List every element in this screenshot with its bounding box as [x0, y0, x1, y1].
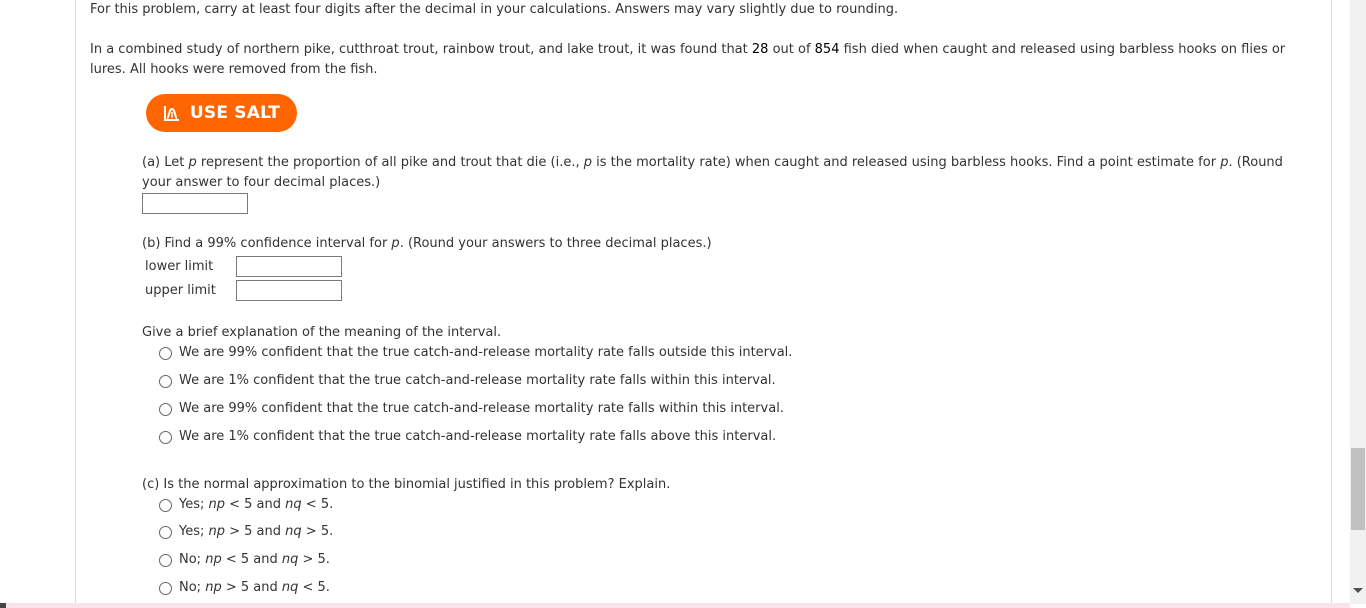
upper-limit-label: upper limit [145, 283, 216, 298]
option-rel: < 5 and [225, 497, 286, 512]
option-rel: < 5. [301, 497, 334, 512]
part-c-prompt: (c) Is the normal approximation to the b… [142, 477, 671, 492]
var-np: np [208, 524, 226, 539]
var-np: np [208, 497, 226, 512]
option-rel: > 5. [301, 524, 334, 539]
part-c-option-2[interactable]: Yes; np > 5 and nq > 5. [179, 522, 333, 542]
option-rel: > 5 and [225, 524, 286, 539]
part-c-radio-2[interactable] [159, 526, 172, 539]
explanation-radio-1[interactable] [159, 347, 172, 360]
explanation-radio-2[interactable] [159, 375, 172, 388]
part-a-line-2: your answer to four decimal places.) [142, 175, 381, 190]
total-count: 854 [814, 42, 840, 57]
problem-text-c: fish died when caught and released using… [839, 42, 1286, 57]
use-salt-label: USE SALT [189, 103, 281, 123]
option-lead: Yes; [179, 497, 209, 512]
explanation-radio-3[interactable] [159, 403, 172, 416]
option-rel: > 5 and [221, 580, 282, 595]
problem-text-a: In a combined study of northern pike, cu… [90, 42, 752, 57]
part-b-prompt: (b) Find a 99% confidence interval for p… [142, 234, 712, 254]
var-nq: nq [281, 580, 299, 595]
option-rel: > 5. [298, 552, 330, 567]
point-estimate-input[interactable] [142, 193, 248, 214]
var-np: np [205, 552, 222, 567]
part-b-text-2: . (Round your answers to three decimal p… [399, 236, 712, 251]
problem-line-2: lures. All hooks were removed from the f… [90, 62, 378, 77]
var-p: p [583, 155, 593, 170]
var-np: np [205, 580, 222, 595]
option-rel: < 5. [298, 580, 330, 595]
part-c-option-3[interactable]: No; np < 5 and nq > 5. [179, 550, 330, 570]
scroll-down-arrow-icon[interactable] [1353, 588, 1363, 593]
explanation-option-2[interactable]: We are 1% confident that the true catch-… [179, 371, 776, 391]
lower-limit-label: lower limit [145, 259, 214, 274]
explanation-prompt: Give a brief explanation of the meaning … [142, 325, 502, 340]
scrollbar-thumb[interactable] [1351, 448, 1365, 530]
explanation-option-1[interactable]: We are 99% confident that the true catch… [179, 343, 792, 363]
part-c-radio-3[interactable] [159, 554, 172, 567]
part-b-text-1: (b) Find a 99% confidence interval for [142, 236, 392, 251]
bottom-corner [0, 603, 6, 608]
part-a-text-1: (a) Let [142, 155, 189, 170]
var-nq: nq [281, 552, 299, 567]
part-a-text-4: . (Round [1228, 155, 1283, 170]
upper-limit-input[interactable] [236, 280, 342, 301]
option-lead: No; [179, 552, 206, 567]
option-lead: Yes; [179, 524, 209, 539]
explanation-option-3[interactable]: We are 99% confident that the true catch… [179, 399, 784, 419]
option-rel: < 5 and [221, 552, 282, 567]
var-p: p [391, 236, 400, 251]
part-a-text-3: is the mortality rate) when caught and r… [592, 155, 1221, 170]
problem-line-1: In a combined study of northern pike, cu… [90, 40, 1285, 60]
part-c-option-1[interactable]: Yes; np < 5 and nq < 5. [179, 495, 333, 515]
var-nq: nq [285, 497, 302, 512]
part-c-radio-1[interactable] [159, 499, 172, 512]
explanation-radio-4[interactable] [159, 431, 172, 444]
part-a-line-1: (a) Let p represent the proportion of al… [142, 153, 1283, 173]
lower-limit-input[interactable] [236, 256, 342, 277]
salt-chart-icon [163, 106, 179, 121]
intro-text: For this problem, carry at least four di… [90, 2, 899, 17]
option-lead: No; [179, 580, 206, 595]
part-c-radio-4[interactable] [159, 582, 172, 595]
var-p: p [188, 155, 197, 170]
use-salt-button[interactable]: USE SALT [146, 94, 297, 132]
explanation-option-4[interactable]: We are 1% confident that the true catch-… [179, 427, 776, 447]
part-a-text-2: represent the proportion of all pike and… [196, 155, 584, 170]
var-nq: nq [285, 524, 302, 539]
part-c-option-4[interactable]: No; np > 5 and nq < 5. [179, 578, 330, 598]
died-count: 28 [751, 42, 769, 57]
bottom-bar [0, 603, 1350, 608]
problem-text-b: out of [768, 42, 815, 57]
